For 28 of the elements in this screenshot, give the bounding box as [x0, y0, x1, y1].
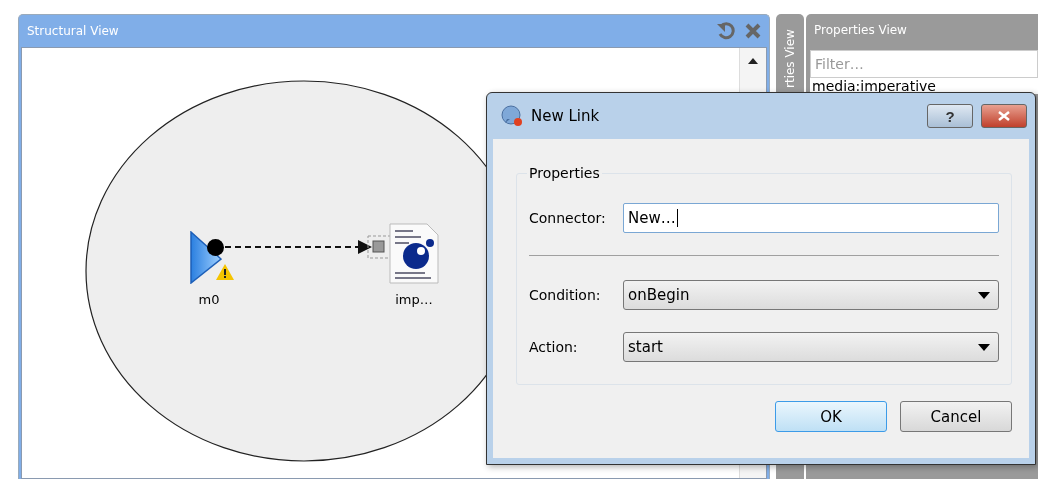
field-label: Action:: [529, 339, 579, 355]
panel-title: Properties View: [814, 23, 908, 37]
help-button[interactable]: ?: [927, 104, 973, 128]
dropdown[interactable]: onBegin: [623, 280, 999, 310]
panel-title: Structural View: [27, 24, 120, 38]
dropdown[interactable]: start: [623, 332, 999, 362]
dropdown-arrow-icon: [978, 291, 990, 299]
media-triangle-icon[interactable]: [190, 231, 222, 284]
field-label: Connector:: [529, 210, 607, 226]
undo-icon[interactable]: [717, 22, 735, 40]
close-icon: [998, 111, 1010, 121]
field-label: Condition:: [529, 287, 602, 303]
node-label: m0: [198, 292, 220, 307]
link-app-icon: [501, 105, 523, 127]
dialog-title: New Link: [531, 107, 601, 125]
cancel-button[interactable]: Cancel: [900, 401, 1012, 432]
close-button[interactable]: [981, 104, 1027, 128]
connector-field[interactable]: New…: [623, 203, 999, 233]
lua-document-icon[interactable]: [389, 223, 439, 284]
scroll-up-icon[interactable]: [748, 58, 758, 64]
ok-button[interactable]: OK: [775, 401, 887, 432]
close-icon[interactable]: [745, 23, 761, 39]
port-dot-icon[interactable]: [207, 239, 224, 256]
dropdown-arrow-icon: [978, 343, 990, 351]
filter-field[interactable]: Filter…: [810, 50, 1038, 78]
group-title: Properties: [528, 165, 601, 181]
node-label: imp…: [395, 292, 433, 307]
link-arrow[interactable]: [224, 240, 372, 254]
